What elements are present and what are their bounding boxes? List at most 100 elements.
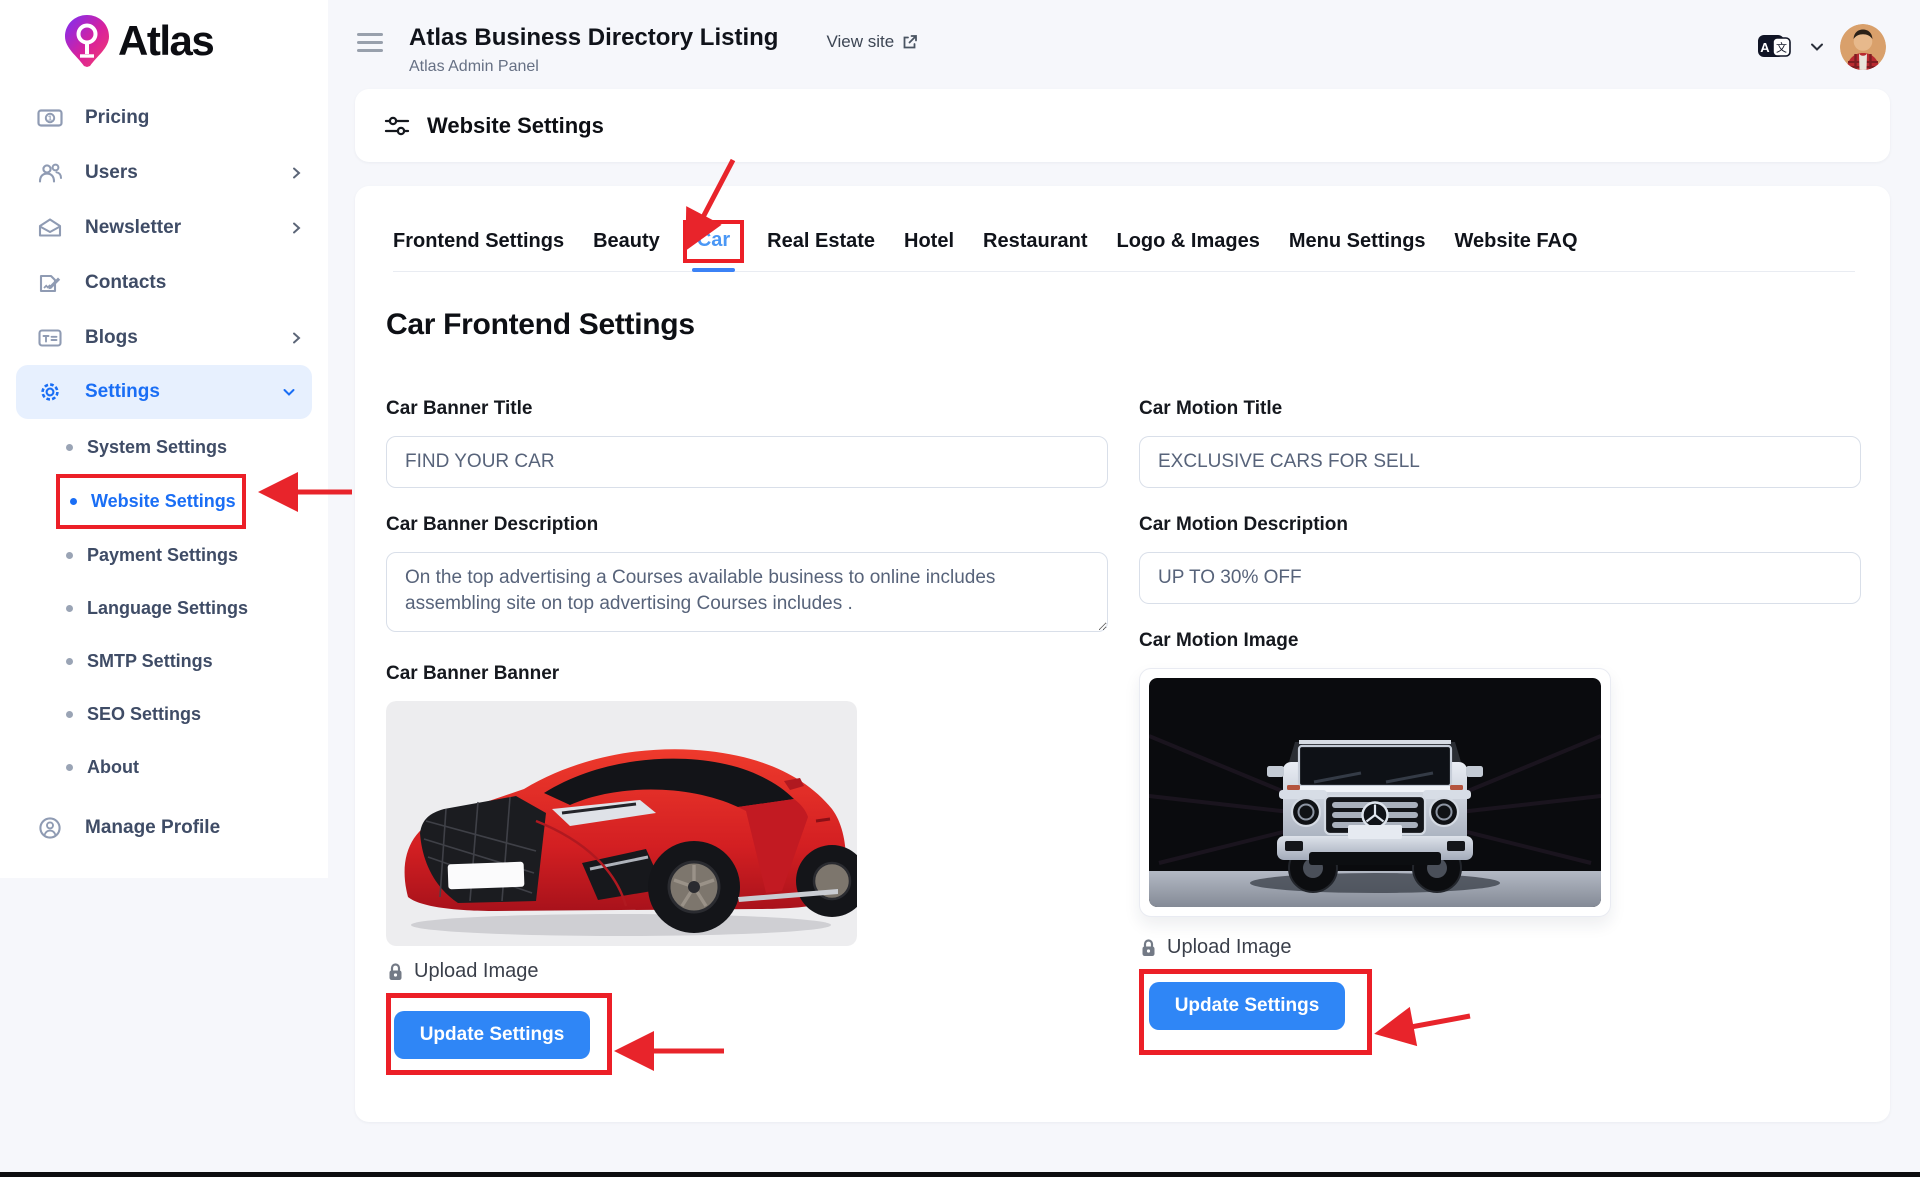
section-heading: Car Frontend Settings <box>386 308 1861 342</box>
page-title: Atlas Business Directory Listing <box>409 24 778 52</box>
bullet-dot <box>66 552 73 559</box>
translate-icon[interactable]: A 文 <box>1756 32 1794 62</box>
sidebar-item-label: Settings <box>85 381 160 403</box>
sidebar-item-label: Users <box>85 162 138 184</box>
sidebar-item-label: Pricing <box>85 107 149 129</box>
submenu-item-system-settings[interactable]: System Settings <box>0 421 328 474</box>
tab-beauty[interactable]: Beauty <box>593 230 660 271</box>
tab-real-estate[interactable]: Real Estate <box>767 230 875 271</box>
tab-menu-settings[interactable]: Menu Settings <box>1289 230 1426 271</box>
external-link-icon <box>901 33 919 51</box>
car-banner-title-input[interactable] <box>386 436 1108 488</box>
sidebar: Atlas 1 Pricing Users <box>0 0 328 878</box>
bullet-dot <box>66 444 73 451</box>
tab-car-active[interactable]: Car <box>697 229 730 252</box>
sidebar-item-label: Contacts <box>85 272 166 294</box>
update-settings-button-right[interactable]: Update Settings <box>1149 982 1345 1030</box>
users-icon <box>37 162 63 184</box>
car-motion-image <box>1149 678 1601 907</box>
submenu-item-payment-settings[interactable]: Payment Settings <box>0 529 328 582</box>
bullet-dot <box>66 764 73 771</box>
sidebar-item-label: Manage Profile <box>85 817 220 839</box>
car-motion-image-label: Car Motion Image <box>1139 630 1861 652</box>
submenu-label: SEO Settings <box>87 704 201 725</box>
view-site-label: View site <box>826 32 894 52</box>
banknote-icon: 1 <box>37 107 63 129</box>
hamburger-menu-icon[interactable] <box>357 33 383 52</box>
sidebar-item-newsletter[interactable]: Newsletter <box>0 200 328 255</box>
tab-logo-images[interactable]: Logo & Images <box>1117 230 1260 271</box>
sidebar-item-contacts[interactable]: Contacts <box>0 255 328 310</box>
chevron-down-icon <box>280 383 298 401</box>
contacts-icon <box>37 272 63 294</box>
main-content: Atlas Business Directory Listing Atlas A… <box>328 0 1920 1177</box>
car-motion-description-input[interactable] <box>1139 552 1861 604</box>
brand-logo[interactable]: Atlas <box>0 0 328 68</box>
sidebar-nav: 1 Pricing Users Newsletter <box>0 90 328 840</box>
submenu-label: About <box>87 757 139 778</box>
sidebar-item-users[interactable]: Users <box>0 145 328 200</box>
bullet-dot <box>66 711 73 718</box>
car-motion-image-frame <box>1139 668 1611 917</box>
bullet-dot <box>66 605 73 612</box>
view-site-link[interactable]: View site <box>826 32 919 52</box>
profile-icon <box>37 816 63 840</box>
submenu-item-language-settings[interactable]: Language Settings <box>0 582 328 635</box>
car-motion-title-label: Car Motion Title <box>1139 398 1861 420</box>
sidebar-item-pricing[interactable]: 1 Pricing <box>0 90 328 145</box>
car-banner-description-textarea[interactable]: On the top advertising a Courses availab… <box>386 552 1108 632</box>
sliders-icon <box>383 113 411 139</box>
card-title: Website Settings <box>427 113 604 139</box>
submenu-label: Payment Settings <box>87 545 238 566</box>
newsletter-icon <box>37 217 63 239</box>
sidebar-item-manage-profile[interactable]: Manage Profile <box>0 802 328 840</box>
brand-name: Atlas <box>118 17 213 65</box>
car-banner-image <box>386 701 857 946</box>
submenu-item-about[interactable]: About <box>0 741 328 794</box>
right-column: Car Motion Title Car Motion Description … <box>1139 398 1861 1075</box>
car-banner-description-label: Car Banner Description <box>386 514 1108 536</box>
sidebar-item-label: Blogs <box>85 327 138 349</box>
submenu-item-website-settings[interactable]: Website Settings <box>60 478 236 525</box>
update-settings-button-left[interactable]: Update Settings <box>394 1011 590 1059</box>
tab-hotel[interactable]: Hotel <box>904 230 954 271</box>
website-settings-card: Website Settings <box>355 89 1890 162</box>
submenu-label: Website Settings <box>91 491 236 512</box>
svg-text:文: 文 <box>1776 41 1787 55</box>
user-avatar[interactable] <box>1840 24 1886 70</box>
chevron-right-icon <box>288 165 304 181</box>
sidebar-item-label: Newsletter <box>85 217 181 239</box>
car-motion-title-input[interactable] <box>1139 436 1861 488</box>
tab-website-faq[interactable]: Website FAQ <box>1455 230 1578 271</box>
left-column: Car Banner Title Car Banner Description … <box>386 398 1108 1075</box>
submenu-label: SMTP Settings <box>87 651 213 672</box>
sidebar-item-blogs[interactable]: Blogs <box>0 310 328 365</box>
submenu-item-seo-settings[interactable]: SEO Settings <box>0 688 328 741</box>
screen-edge-bar <box>0 1172 1920 1177</box>
car-banner-title-label: Car Banner Title <box>386 398 1108 420</box>
submenu-label: System Settings <box>87 437 227 458</box>
chevron-down-icon[interactable] <box>1808 38 1826 56</box>
upload-image-label: Upload Image <box>414 960 539 983</box>
annotation-box-update-settings-right: Update Settings <box>1139 969 1372 1055</box>
chevron-right-icon <box>288 220 304 236</box>
car-banner-banner-label: Car Banner Banner <box>386 663 1108 685</box>
chevron-right-icon <box>288 330 304 346</box>
blogs-icon <box>37 327 63 349</box>
svg-text:A: A <box>1760 40 1770 55</box>
atlas-pin-icon <box>64 14 110 68</box>
upload-image-label: Upload Image <box>1167 936 1292 959</box>
bullet-dot <box>70 498 77 505</box>
upload-image-row[interactable]: Upload Image <box>1139 936 1861 959</box>
frontend-settings-card: Frontend Settings Beauty Car Real Estate… <box>355 186 1890 1122</box>
upload-image-icon <box>386 962 405 982</box>
top-right-cluster: A 文 <box>1756 24 1886 70</box>
page-subtitle: Atlas Admin Panel <box>409 58 778 76</box>
car-motion-description-label: Car Motion Description <box>1139 514 1861 536</box>
tab-frontend-settings[interactable]: Frontend Settings <box>393 230 564 271</box>
settings-submenu: System Settings Website Settings Payment… <box>0 421 328 794</box>
upload-image-row[interactable]: Upload Image <box>386 960 1108 983</box>
submenu-item-smtp-settings[interactable]: SMTP Settings <box>0 635 328 688</box>
sidebar-item-settings[interactable]: Settings <box>16 365 312 419</box>
tab-restaurant[interactable]: Restaurant <box>983 230 1087 271</box>
